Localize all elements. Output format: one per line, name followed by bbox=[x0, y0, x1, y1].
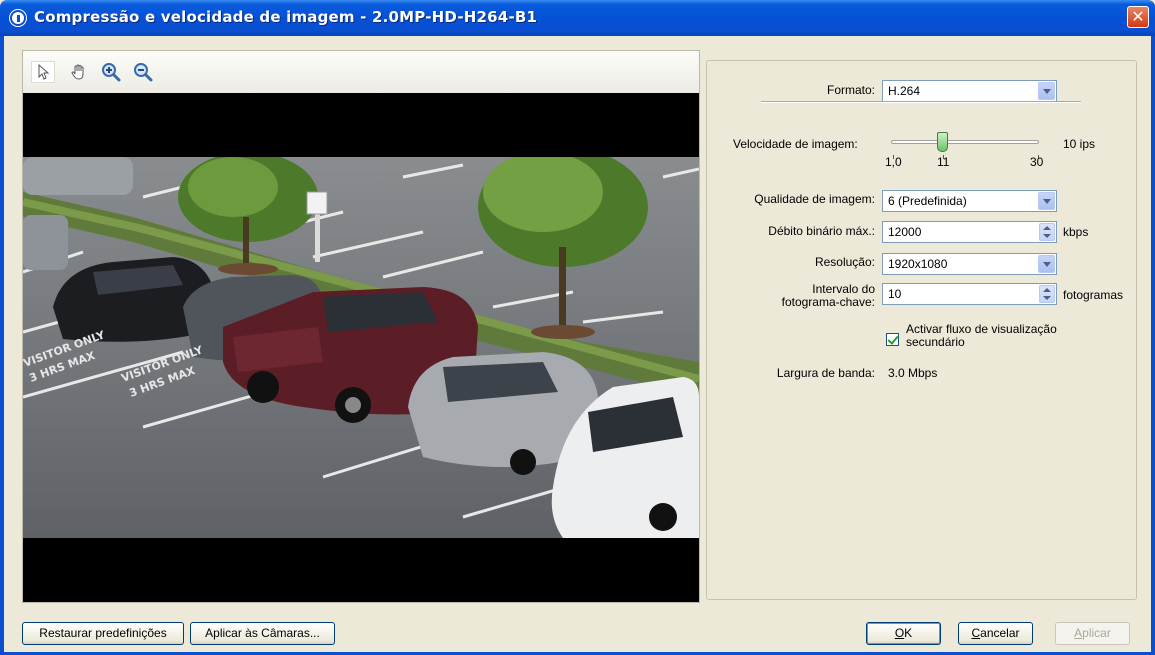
quality-value: 6 (Predefinida) bbox=[888, 194, 967, 208]
bandwidth-value: 3.0 Mbps bbox=[888, 366, 938, 380]
max-bitrate-unit: kbps bbox=[1063, 225, 1089, 239]
ok-button[interactable]: OK bbox=[866, 622, 941, 645]
apply-to-cameras-button[interactable]: Aplicar às Câmaras... bbox=[190, 622, 335, 645]
quality-dropdown-arrow-icon[interactable] bbox=[1038, 192, 1055, 210]
max-bitrate-spinner-icon[interactable] bbox=[1039, 223, 1055, 241]
resolution-label: Resolução: bbox=[814, 255, 875, 269]
keyframe-interval-spinner-icon[interactable] bbox=[1039, 285, 1055, 303]
zoom-out-icon bbox=[134, 63, 153, 82]
format-label: Formato: bbox=[826, 83, 875, 97]
secondary-stream-label[interactable]: Activar fluxo de visualização secundário bbox=[906, 323, 1057, 349]
close-button[interactable]: ✕ bbox=[1127, 6, 1149, 28]
preview-toolbar bbox=[23, 51, 699, 93]
frame-rate-slider-thumb[interactable] bbox=[937, 132, 948, 152]
pointer-icon bbox=[38, 64, 50, 80]
hand-icon bbox=[71, 64, 84, 80]
keyframe-interval-unit: fotogramas bbox=[1063, 288, 1124, 302]
app-info-icon bbox=[10, 10, 26, 26]
quality-label: Qualidade de imagem: bbox=[754, 192, 875, 206]
frame-rate-current-label: 11 bbox=[937, 155, 950, 169]
keyframe-label-line1: Intervalo do bbox=[812, 282, 875, 296]
resolution-value: 1920x1080 bbox=[888, 257, 948, 271]
resolution-dropdown-arrow-icon[interactable] bbox=[1038, 255, 1055, 273]
title-bar: Compressão e velocidade de imagem - 2.0M… bbox=[0, 0, 1155, 36]
zoom-in-button[interactable] bbox=[99, 61, 123, 83]
video-feed[interactable]: VISITOR ONLY 3 HRS MAX VISITOR ONLY 3 HR… bbox=[23, 93, 699, 602]
frame-rate-slider-track[interactable] bbox=[891, 140, 1039, 144]
ok-mnemonic: O bbox=[894, 626, 905, 640]
format-dropdown-arrow-icon[interactable] bbox=[1038, 82, 1055, 100]
secondary-stream-label-line1: Activar fluxo de visualização bbox=[906, 322, 1057, 336]
video-preview-panel: VISITOR ONLY 3 HRS MAX VISITOR ONLY 3 HR… bbox=[22, 50, 700, 603]
pointer-tool-button[interactable] bbox=[31, 61, 55, 83]
zoom-out-button[interactable] bbox=[131, 61, 155, 83]
bandwidth-label: Largura de banda: bbox=[776, 366, 875, 380]
secondary-stream-checkbox[interactable] bbox=[886, 333, 899, 346]
window-frame-left bbox=[0, 36, 4, 655]
apply-label-rest: plicar bbox=[1082, 626, 1111, 640]
max-bitrate-value: 12000 bbox=[888, 225, 922, 239]
zoom-in-icon bbox=[102, 63, 121, 82]
frame-rate-max-label: 30 bbox=[1030, 155, 1044, 169]
resolution-dropdown[interactable]: 1920x1080 bbox=[882, 253, 1057, 275]
max-bitrate-label: Débito binário máx.: bbox=[768, 224, 875, 238]
parking-lot-camera-image: VISITOR ONLY 3 HRS MAX VISITOR ONLY 3 HR… bbox=[23, 157, 699, 538]
settings-panel: Formato: H.264 Velocidade de imagem: 1,0… bbox=[706, 60, 1137, 600]
frame-rate-min-label: 1,0 bbox=[885, 155, 902, 169]
format-value: H.264 bbox=[888, 84, 921, 98]
keyframe-interval-value: 10 bbox=[888, 287, 902, 301]
frame-rate-label: Velocidade de imagem: bbox=[733, 137, 858, 151]
window-frame-right bbox=[1151, 36, 1155, 655]
cancel-label-rest: ancelar bbox=[980, 626, 1020, 640]
secondary-stream-label-line2: secundário bbox=[906, 335, 965, 349]
max-bitrate-input[interactable]: 12000 bbox=[882, 221, 1057, 243]
keyframe-interval-label: Intervalo do fotograma-chave: bbox=[717, 283, 875, 309]
restore-defaults-button[interactable]: Restaurar predefinições bbox=[22, 622, 184, 645]
format-separator bbox=[761, 101, 1081, 103]
pan-tool-button[interactable] bbox=[67, 61, 91, 83]
keyframe-label-line2: fotograma-chave: bbox=[781, 295, 875, 309]
frame-rate-readout: 10 ips bbox=[1063, 137, 1096, 151]
apply-mnemonic: A bbox=[1074, 626, 1083, 640]
cancel-button[interactable]: Cancelar bbox=[958, 622, 1033, 645]
format-dropdown[interactable]: H.264 bbox=[882, 80, 1057, 102]
cancel-mnemonic: C bbox=[971, 626, 981, 640]
apply-button[interactable]: Aplicar bbox=[1055, 622, 1130, 645]
ok-label-rest: K bbox=[904, 626, 913, 640]
keyframe-interval-input[interactable]: 10 bbox=[882, 283, 1057, 305]
window-title: Compressão e velocidade de imagem - 2.0M… bbox=[34, 8, 538, 26]
quality-dropdown[interactable]: 6 (Predefinida) bbox=[882, 190, 1057, 212]
